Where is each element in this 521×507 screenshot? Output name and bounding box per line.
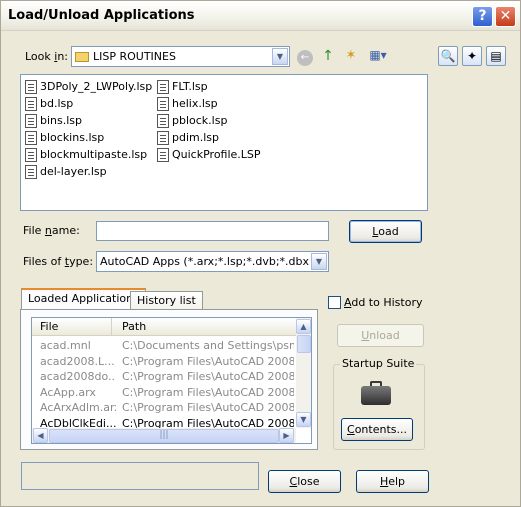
table-cell-path[interactable]: C:\Program Files\AutoCAD 2008\su... xyxy=(122,354,294,369)
table-cell-path[interactable]: C:\Program Files\AutoCAD 2008\su... xyxy=(122,369,294,384)
close-icon: ✕ xyxy=(499,8,512,24)
lookin-value: LISP ROUTINES xyxy=(75,50,176,63)
file-list-item[interactable]: bins.lsp xyxy=(25,113,82,129)
scroll-right-icon[interactable]: ▶ xyxy=(279,428,294,443)
lisp-file-icon xyxy=(25,148,37,162)
file-list-item-label: QuickProfile.LSP xyxy=(172,148,261,161)
file-list-item[interactable]: 3DPoly_2_LWPoly.lsp xyxy=(25,79,152,95)
lisp-file-icon xyxy=(25,80,37,94)
up-folder-icon[interactable]: ↑ xyxy=(319,48,337,66)
filetype-label: Files of type: xyxy=(23,255,94,268)
lisp-file-icon xyxy=(25,165,37,179)
tab-loaded-applications[interactable]: Loaded Applications xyxy=(21,288,146,310)
file-list-item[interactable]: blockins.lsp xyxy=(25,130,104,146)
table-cell-path[interactable]: C:\Program Files\AutoCAD 2008\ xyxy=(122,400,294,415)
table-cell-path[interactable]: C:\Documents and Settings\psmith... xyxy=(122,338,294,353)
file-list[interactable]: 3DPoly_2_LWPoly.lsp bd.lsp bins.lsp blockin… xyxy=(20,74,428,211)
views-menu-icon[interactable]: ▦▾ xyxy=(365,48,391,66)
briefcase-icon xyxy=(361,381,391,405)
file-list-item[interactable]: del-layer.lsp xyxy=(25,164,107,180)
lisp-file-icon xyxy=(157,114,169,128)
file-list-item-label: pblock.lsp xyxy=(172,114,228,127)
loaded-apps-table[interactable]: File Path acad.mnl C:\Documents and Setti… xyxy=(31,317,312,444)
file-list-item[interactable]: pblock.lsp xyxy=(157,113,227,129)
title-bar: Load/Unload Applications ? ✕ xyxy=(1,1,520,31)
help-button[interactable]: Help xyxy=(356,470,429,493)
file-list-item-label: blockmultipaste.lsp xyxy=(40,148,148,161)
file-list-item-label: del-layer.lsp xyxy=(40,165,107,178)
window-title: Load/Unload Applications xyxy=(8,8,195,23)
back-icon[interactable]: ← xyxy=(297,50,313,66)
unload-button[interactable]: Unload xyxy=(337,324,424,347)
file-list-item-label: blockins.lsp xyxy=(40,131,105,144)
column-header-file[interactable]: File xyxy=(32,318,112,336)
folder-icon xyxy=(75,52,89,62)
vertical-scrollbar[interactable]: ▲ ▼ xyxy=(296,318,311,428)
horizontal-scrollbar[interactable]: ◀ ||| ▶ xyxy=(32,428,296,443)
vertical-scroll-thumb[interactable] xyxy=(297,335,311,353)
load-unload-dialog: Load/Unload Applications ? ✕ Look in: LI… xyxy=(0,0,521,507)
lisp-file-icon xyxy=(157,97,169,111)
lisp-file-icon xyxy=(157,131,169,145)
close-title-button[interactable]: ✕ xyxy=(495,6,516,27)
table-cell-path[interactable]: C:\Program Files\AutoCAD 2008\ xyxy=(122,385,294,400)
file-list-item[interactable]: blockmultipaste.lsp xyxy=(25,147,147,163)
filename-input[interactable] xyxy=(96,221,329,241)
horizontal-scroll-thumb[interactable]: ||| xyxy=(49,429,279,443)
lisp-file-icon xyxy=(157,80,169,94)
new-folder-icon[interactable]: ✶ xyxy=(342,48,360,66)
scroll-up-icon[interactable]: ▲ xyxy=(296,319,311,334)
help-title-button[interactable]: ? xyxy=(472,6,493,27)
file-list-item-label: helix.lsp xyxy=(172,97,218,110)
file-list-item-label: 3DPoly_2_LWPoly.lsp xyxy=(40,80,153,93)
file-list-item[interactable]: helix.lsp xyxy=(157,96,218,112)
table-cell-file[interactable]: AcArxAdlm.arx xyxy=(40,400,116,415)
status-box xyxy=(21,462,259,490)
add-to-history-checkbox[interactable] xyxy=(328,296,341,309)
lisp-file-icon xyxy=(25,131,37,145)
lisp-file-icon xyxy=(157,148,169,162)
filetype-value: AutoCAD Apps (*.arx;*.lsp;*.dvb;*.dbx;*.… xyxy=(100,255,310,268)
filetype-combo[interactable]: AutoCAD Apps (*.arx;*.lsp;*.dvb;*.dbx;*.… xyxy=(96,251,329,272)
lisp-file-icon xyxy=(25,114,37,128)
lisp-file-icon xyxy=(25,97,37,111)
loaded-applications-panel: File Path acad.mnl C:\Documents and Setti… xyxy=(20,309,318,450)
startup-suite-title: Startup Suite xyxy=(340,357,417,370)
tab-history-list[interactable]: History list xyxy=(130,291,203,311)
contents-button[interactable]: Contents... xyxy=(341,418,413,441)
table-cell-file[interactable]: acad.mnl xyxy=(40,338,116,353)
find-icon[interactable]: 🔍 xyxy=(438,46,458,66)
close-button[interactable]: Close xyxy=(268,470,341,493)
scroll-left-icon[interactable]: ◀ xyxy=(33,428,48,443)
chevron-down-icon[interactable]: ▼ xyxy=(272,48,288,65)
tools-icon[interactable]: ▤ xyxy=(486,46,506,66)
lookin-label: Look in: xyxy=(25,50,69,63)
column-header-path[interactable]: Path xyxy=(112,318,297,336)
file-list-item[interactable]: bd.lsp xyxy=(25,96,73,112)
load-button[interactable]: Load xyxy=(349,220,422,243)
scroll-down-icon[interactable]: ▼ xyxy=(296,412,311,427)
file-list-item[interactable]: QuickProfile.LSP xyxy=(157,147,261,163)
file-list-item-label: pdim.lsp xyxy=(172,131,220,144)
lookin-combo[interactable]: LISP ROUTINES ▼ xyxy=(71,46,290,67)
table-cell-file[interactable]: acad2008do... xyxy=(40,369,116,384)
table-cell-file[interactable]: AcApp.arx xyxy=(40,385,116,400)
filename-label: File name: xyxy=(23,224,80,237)
file-list-item[interactable]: FLT.lsp xyxy=(157,79,208,95)
help-icon: ? xyxy=(478,8,487,24)
file-list-item-label: bd.lsp xyxy=(40,97,74,110)
file-list-item[interactable]: pdim.lsp xyxy=(157,130,219,146)
file-list-item-label: bins.lsp xyxy=(40,114,83,127)
add-to-history-label[interactable]: Add to History xyxy=(344,296,422,309)
file-list-item-label: FLT.lsp xyxy=(172,80,208,93)
table-cell-file[interactable]: acad2008.L... xyxy=(40,354,116,369)
search-web-icon[interactable]: ✦ xyxy=(462,46,482,66)
chevron-down-icon[interactable]: ▼ xyxy=(311,253,327,270)
